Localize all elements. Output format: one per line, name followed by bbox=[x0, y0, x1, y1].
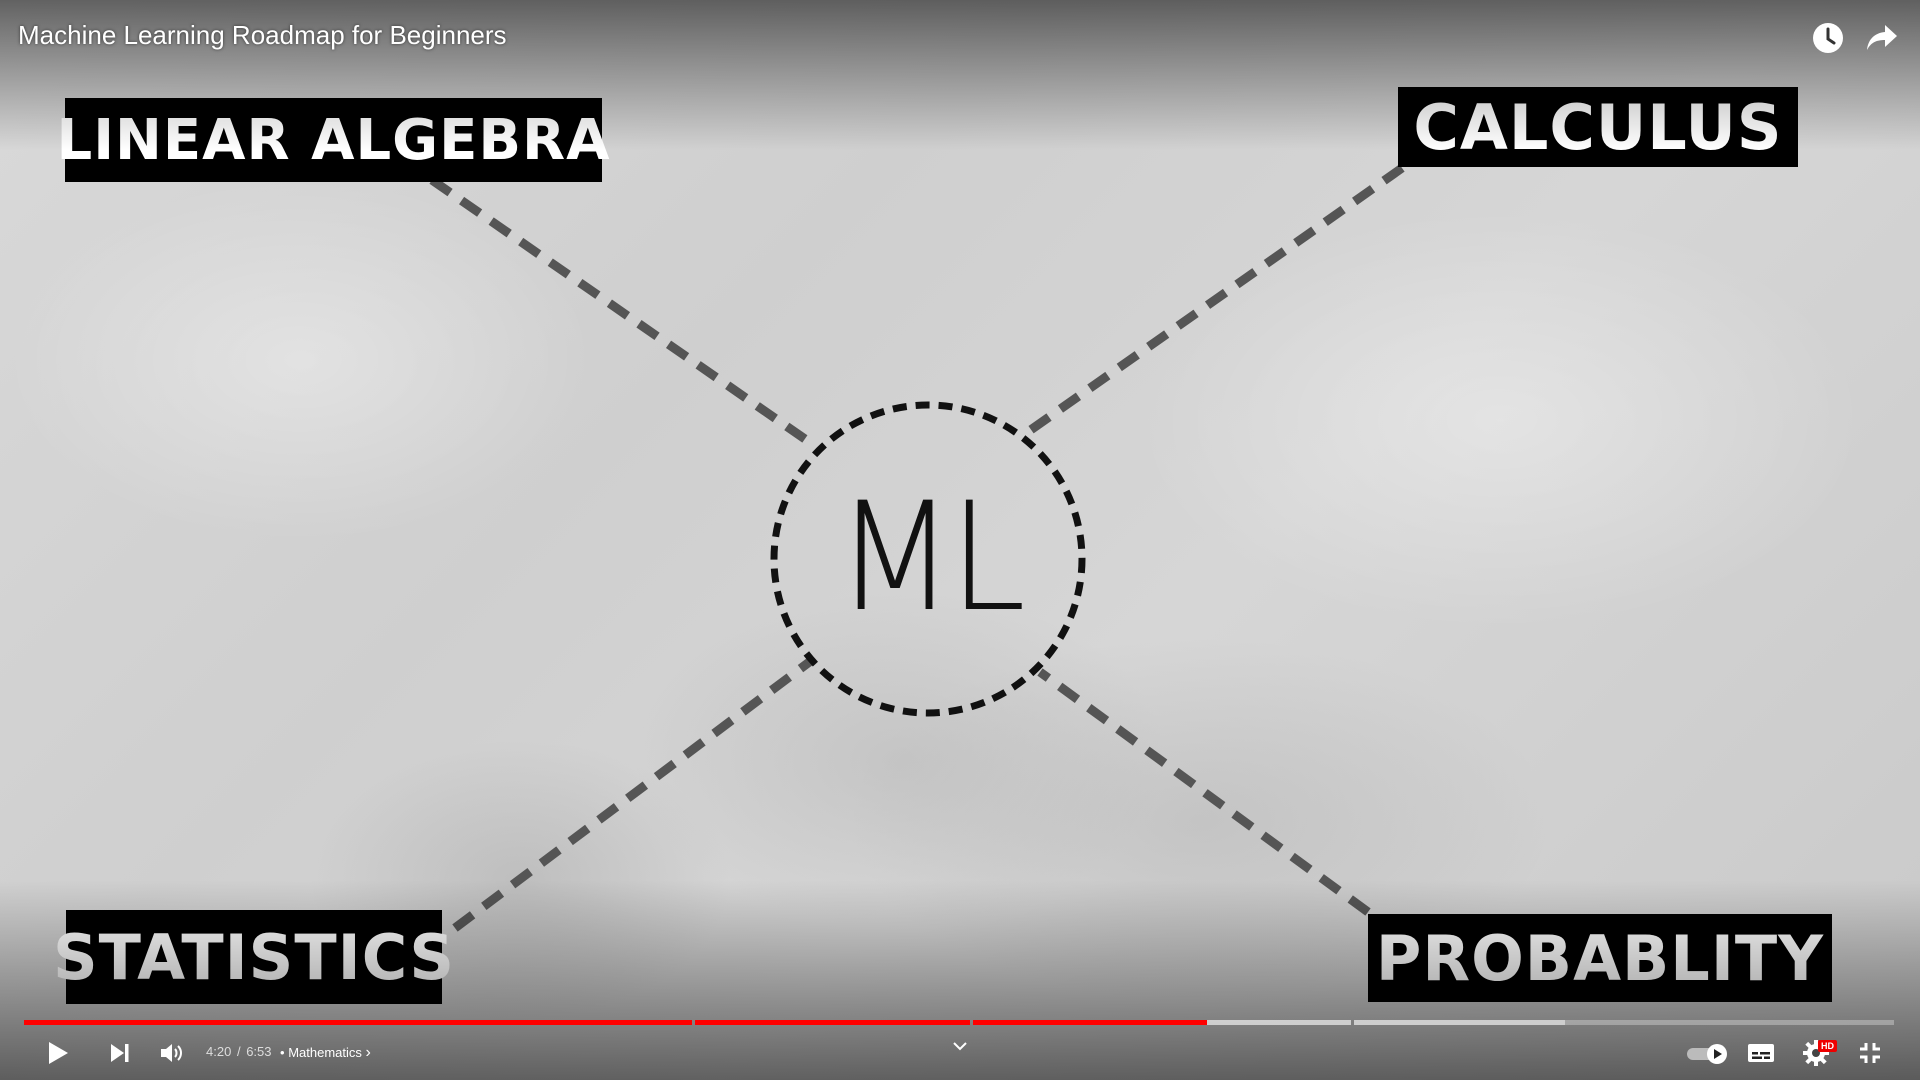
expand-description-button[interactable] bbox=[950, 1036, 970, 1056]
chapter-bullet: • bbox=[280, 1045, 285, 1060]
autoplay-toggle[interactable] bbox=[1680, 1030, 1736, 1076]
chapter-segment-current[interactable] bbox=[973, 1020, 1351, 1025]
topic-statistics-text: STATISTICS bbox=[53, 920, 455, 994]
chevron-right-icon: › bbox=[365, 1044, 371, 1061]
play-button[interactable] bbox=[34, 1030, 82, 1076]
autoplay-toggle-icon bbox=[1687, 1044, 1727, 1064]
connector-probability bbox=[1037, 668, 1371, 916]
play-icon bbox=[49, 1042, 68, 1064]
topic-statistics: STATISTICS bbox=[53, 910, 454, 1004]
topic-probability: PROBABLITY bbox=[1368, 914, 1832, 1002]
topic-calculus: CALCULUS bbox=[1398, 87, 1798, 167]
chapter-segment[interactable] bbox=[1354, 1020, 1894, 1025]
watch-later-button[interactable] bbox=[1808, 18, 1848, 58]
topic-linear-algebra-text: LINEAR ALGEBRA bbox=[56, 107, 611, 173]
next-button[interactable] bbox=[96, 1030, 144, 1076]
chevron-down-icon bbox=[953, 1042, 967, 1051]
hd-badge: HD bbox=[1818, 1040, 1837, 1052]
topic-linear-algebra: LINEAR ALGEBRA bbox=[57, 98, 610, 182]
connector-statistics bbox=[452, 656, 815, 932]
topic-probability-text: PROBABLITY bbox=[1375, 921, 1825, 995]
settings-button[interactable] bbox=[1792, 1030, 1840, 1076]
connector-calculus bbox=[1022, 164, 1405, 438]
mute-button[interactable] bbox=[148, 1030, 196, 1076]
chapter-title: Mathematics bbox=[288, 1045, 362, 1060]
progress-bar[interactable] bbox=[24, 1020, 1896, 1025]
video-player[interactable]: ML LINEAR ALGEBRA CALCULUS STATISTICS PR… bbox=[0, 0, 1920, 1080]
clock-icon bbox=[1813, 23, 1843, 53]
share-arrow-icon bbox=[1867, 25, 1897, 50]
current-time: 4:20 bbox=[206, 1044, 232, 1059]
subtitles-button[interactable] bbox=[1737, 1030, 1785, 1076]
chapter-segment[interactable] bbox=[24, 1020, 692, 1025]
topic-calculus-text: CALCULUS bbox=[1413, 90, 1783, 164]
duration: 6:53 bbox=[246, 1044, 272, 1059]
player-controls: 4:20 / 6:53 • Mathematics › HD bbox=[0, 1030, 1920, 1076]
chapter-segment[interactable] bbox=[695, 1020, 970, 1025]
connector-linear-algebra bbox=[429, 176, 818, 450]
exit-fullscreen-icon bbox=[1860, 1043, 1880, 1063]
share-button[interactable] bbox=[1862, 18, 1902, 58]
time-separator: / bbox=[236, 1044, 241, 1059]
time-display: 4:20 / 6:53 bbox=[206, 1044, 272, 1059]
subtitles-icon bbox=[1748, 1044, 1774, 1062]
chapter-title-button[interactable]: • Mathematics › bbox=[280, 1044, 371, 1062]
ml-center-label: ML bbox=[835, 471, 1026, 645]
next-icon bbox=[111, 1044, 129, 1062]
volume-icon bbox=[161, 1044, 182, 1062]
exit-fullscreen-button[interactable] bbox=[1846, 1030, 1894, 1076]
video-title[interactable]: Machine Learning Roadmap for Beginners bbox=[18, 20, 507, 51]
